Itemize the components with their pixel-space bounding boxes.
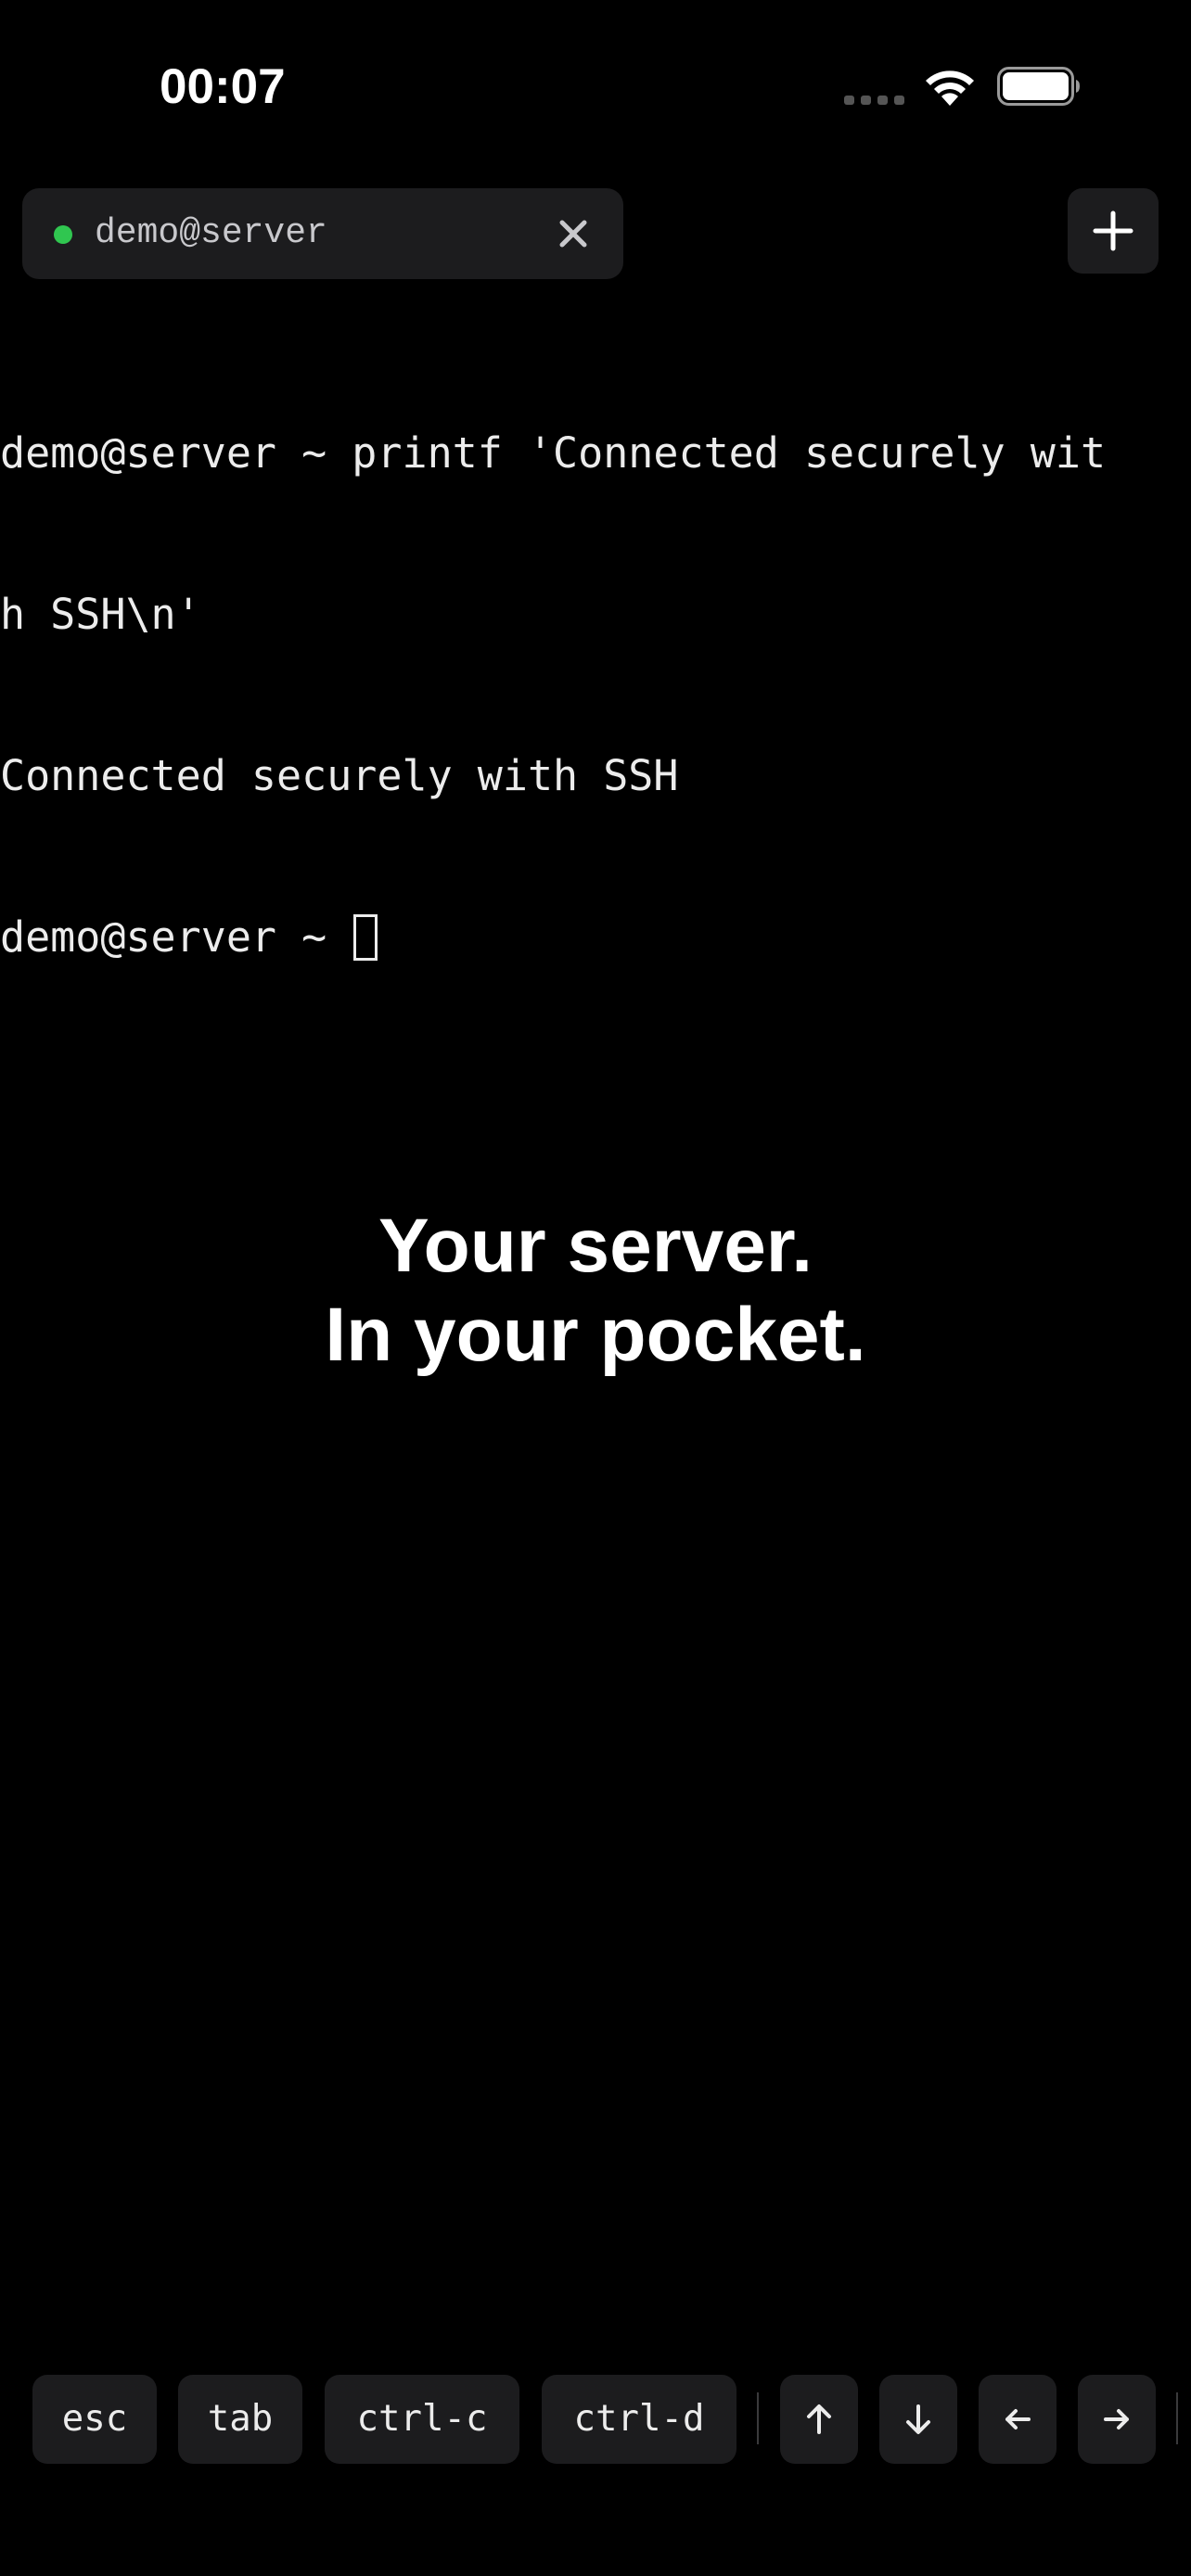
key-divider <box>757 2392 759 2444</box>
tagline-line-2: In your pocket. <box>325 1293 866 1377</box>
status-time: 00:07 <box>160 59 286 114</box>
terminal-line: demo@server ~ printf 'Connected securely… <box>0 428 1107 478</box>
close-icon[interactable] <box>554 214 593 253</box>
arrow-down-icon <box>906 2404 930 2434</box>
session-tab[interactable]: demo@server <box>22 188 623 279</box>
terminal-cursor <box>353 914 378 961</box>
status-bar: 00:07 <box>0 0 1191 176</box>
ctrl-c-key-button[interactable]: ctrl-c <box>325 2375 519 2464</box>
cellular-signal-icon <box>844 96 904 105</box>
battery-icon <box>997 67 1080 106</box>
arrow-left-icon <box>1005 2409 1031 2429</box>
terminal-line: h SSH\n' <box>0 590 201 639</box>
connection-status-dot <box>54 225 72 244</box>
arrow-right-icon <box>1104 2409 1129 2429</box>
tab-key-button[interactable]: tab <box>178 2375 302 2464</box>
arrow-up-icon <box>807 2404 831 2434</box>
terminal-line: Connected securely with SSH <box>0 751 679 800</box>
terminal-prompt: demo@server ~ <box>0 912 352 962</box>
tagline: Your server. In your pocket. <box>0 1202 1191 1380</box>
new-tab-button[interactable] <box>1068 188 1159 274</box>
arrow-down-key-button[interactable] <box>879 2375 957 2464</box>
arrow-up-key-button[interactable] <box>780 2375 858 2464</box>
ctrl-d-key-button[interactable]: ctrl-d <box>542 2375 736 2464</box>
terminal-output[interactable]: demo@server ~ printf 'Connected securely… <box>0 319 1191 1018</box>
wifi-icon <box>926 70 974 106</box>
esc-key-button[interactable]: esc <box>32 2375 157 2464</box>
arrow-left-key-button[interactable] <box>979 2375 1057 2464</box>
key-divider <box>1176 2392 1178 2444</box>
arrow-right-key-button[interactable] <box>1078 2375 1156 2464</box>
tagline-line-1: Your server. <box>378 1204 813 1288</box>
terminal-prompt-line: demo@server ~ <box>0 911 1191 964</box>
session-tab-label: demo@server <box>95 213 327 253</box>
plus-icon <box>1093 210 1133 251</box>
